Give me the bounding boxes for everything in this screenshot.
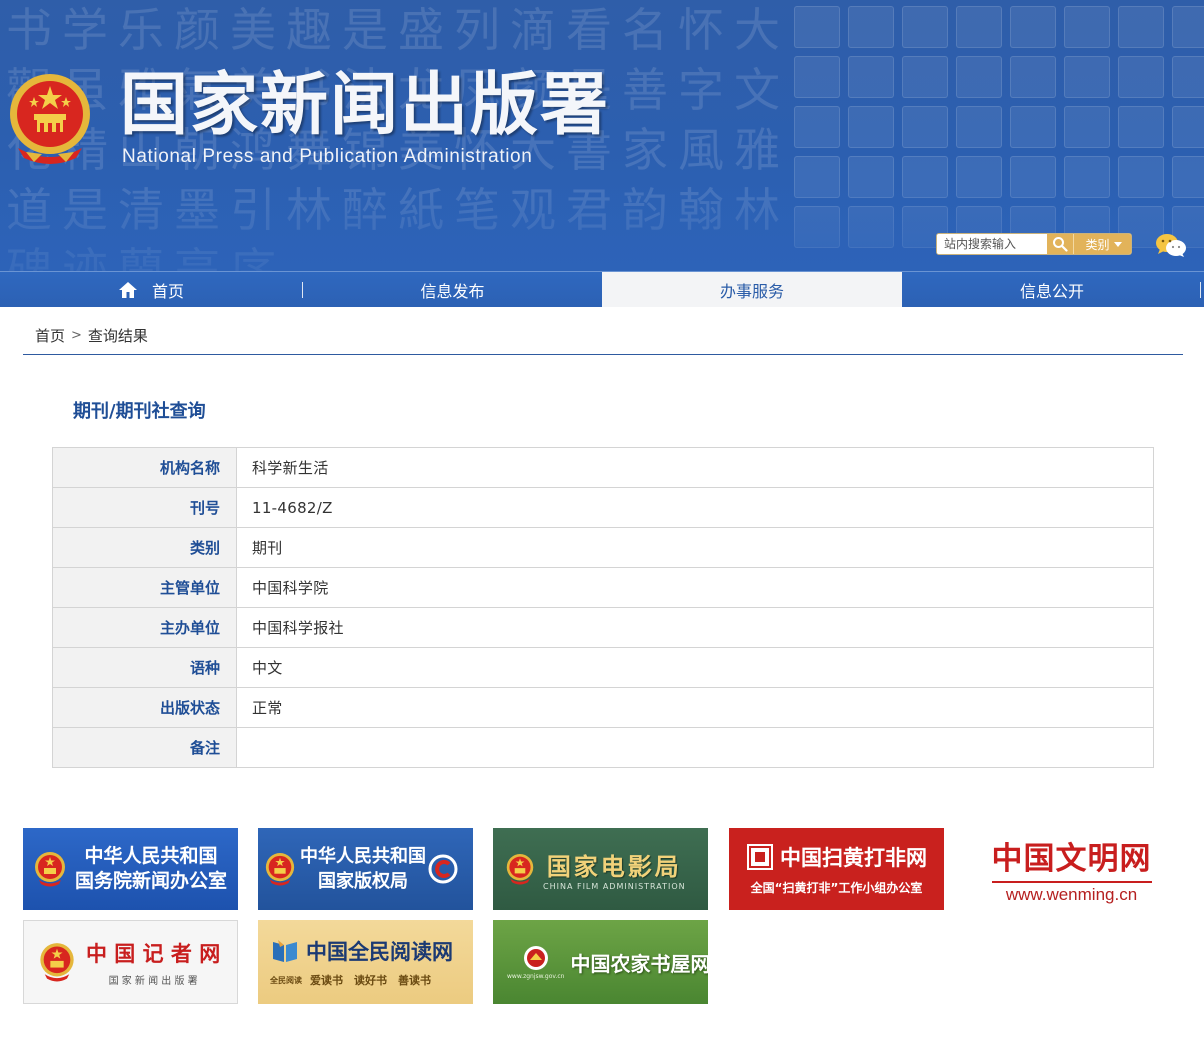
row-value: 科学新生活 <box>236 447 1154 488</box>
farm-library-logo-icon <box>523 945 548 970</box>
main-nav: 首页 信息发布 办事服务 信息公开 <box>0 271 1204 307</box>
row-label: 主办单位 <box>52 607 237 648</box>
table-row: 类别 期刊 <box>52 527 1154 568</box>
breadcrumb-home[interactable]: 首页 <box>35 325 65 346</box>
nav-label: 信息发布 <box>420 281 485 301</box>
category-label: 类别 <box>1085 237 1110 252</box>
row-value: 正常 <box>236 687 1154 728</box>
wechat-icon[interactable] <box>1155 232 1187 258</box>
breadcrumb-separator: > <box>71 328 82 343</box>
table-row: 语种 中文 <box>52 647 1154 688</box>
link-line1: 中华人民共和国 <box>300 846 426 867</box>
national-emblem-icon <box>506 854 534 885</box>
link-sub: 全国“扫黄打非”工作小组办公室 <box>750 881 923 895</box>
row-label: 备注 <box>52 727 237 768</box>
row-value: 期刊 <box>236 527 1154 568</box>
link-sub: CHINA FILM ADMINISTRATION <box>543 882 686 891</box>
table-row: 出版状态 正常 <box>52 687 1154 728</box>
national-emblem-icon <box>265 853 295 886</box>
national-emblem-icon <box>40 943 74 982</box>
breadcrumb: 首页 > 查询结果 <box>35 325 148 346</box>
site-title: 国家新闻出版署 <box>120 66 611 145</box>
row-label: 语种 <box>52 647 237 688</box>
row-label: 出版状态 <box>52 687 237 728</box>
national-emblem-icon <box>35 852 65 887</box>
header-banner: 书学乐颜美趣是盛列滴看名怀大觀虽雅氣美书法龙凤颜是善字文化精山朝鸿舞锦美怀大書家… <box>0 0 1204 272</box>
link-banner-scio[interactable]: 中华人民共和国 国务院新闻办公室 <box>23 828 238 910</box>
query-title: 期刊/期刊社查询 <box>73 401 206 422</box>
link-banner-reading[interactable]: 中国全民阅读网 全民阅读 爱读书 读好书 善读书 <box>258 920 473 1004</box>
search-icon <box>1053 237 1068 252</box>
book-icon <box>273 940 297 962</box>
table-row: 主办单位 中国科学报社 <box>52 607 1154 648</box>
link-badge: 全民阅读 <box>270 975 302 985</box>
home-icon <box>118 281 137 298</box>
nav-divider <box>1200 282 1201 298</box>
link-line1: 中华人民共和国 <box>84 845 218 867</box>
link-banner-shdf[interactable]: 中国扫黄打非网 全国“扫黄打非”工作小组办公室 <box>729 828 944 910</box>
row-value: 中国科学报社 <box>236 607 1154 648</box>
search-box: 类别 <box>936 233 1132 255</box>
copyright-logo-icon <box>428 854 458 884</box>
table-row: 主管单位 中国科学院 <box>52 567 1154 608</box>
row-label: 类别 <box>52 527 237 568</box>
page: 书学乐颜美趣是盛列滴看名怀大觀虽雅氣美书法龙凤颜是善字文化精山朝鸿舞锦美怀大書家… <box>0 0 1204 1044</box>
link-banner-journalist[interactable]: 中 国 记 者 网 国 家 新 闻 出 版 署 <box>23 920 238 1004</box>
row-label: 刊号 <box>52 487 237 528</box>
link-sub: 国 家 新 闻 出 版 署 <box>108 975 198 987</box>
nav-item-info-release[interactable]: 信息发布 <box>303 272 602 307</box>
row-value <box>236 727 1154 768</box>
nav-label: 首页 <box>151 281 184 301</box>
site-subtitle: National Press and Publication Administr… <box>122 146 533 167</box>
caret-down-icon <box>1113 241 1122 247</box>
link-banner-wenming[interactable]: 中国文明网 www.wenming.cn <box>964 828 1179 910</box>
row-value: 中国科学院 <box>236 567 1154 608</box>
search-button[interactable] <box>1047 234 1073 254</box>
link-main: 中国文明网 <box>991 841 1152 877</box>
link-line2: 国家版权局 <box>318 871 408 892</box>
search-input[interactable] <box>937 234 1047 254</box>
link-main: 国家电影局 <box>546 853 682 881</box>
link-banner-film[interactable]: 国家电影局 CHINA FILM ADMINISTRATION <box>493 828 708 910</box>
main-content: 首页 > 查询结果 期刊/期刊社查询 机构名称 科学新生活 刊号 11-4682… <box>3 307 1204 1044</box>
link-main: 中国农家书屋网 <box>570 951 708 976</box>
nav-item-services[interactable]: 办事服务 <box>602 272 902 307</box>
link-small: www.zgnjsw.gov.cn <box>507 972 565 980</box>
link-banner-ncac[interactable]: 中华人民共和国 国家版权局 <box>258 828 473 910</box>
national-emblem-icon <box>10 74 90 164</box>
row-value: 11-4682/Z <box>236 487 1154 528</box>
link-line2: 国务院新闻办公室 <box>75 870 228 892</box>
category-dropdown[interactable]: 类别 <box>1073 234 1131 254</box>
table-row: 备注 <box>52 727 1154 768</box>
link-main: 中国全民阅读网 <box>306 940 453 964</box>
nav-label: 信息公开 <box>1019 281 1084 301</box>
link-banner-farm[interactable]: www.zgnjsw.gov.cn 中国农家书屋网 <box>493 920 708 1004</box>
breadcrumb-current: 查询结果 <box>87 327 148 345</box>
breadcrumb-divider <box>23 354 1183 355</box>
link-main: 中国扫黄打非网 <box>780 846 927 870</box>
link-sub: 爱读书 读好书 善读书 <box>310 974 431 987</box>
nav-item-info-disclosure[interactable]: 信息公开 <box>902 272 1202 307</box>
link-sub: www.wenming.cn <box>1005 885 1138 904</box>
seal-icon <box>747 844 773 870</box>
link-main: 中 国 记 者 网 <box>86 941 221 966</box>
table-row: 机构名称 科学新生活 <box>52 447 1154 488</box>
nav-item-home[interactable]: 首页 <box>0 272 302 307</box>
row-label: 主管单位 <box>52 567 237 608</box>
nav-label: 办事服务 <box>719 281 784 301</box>
table-row: 刊号 11-4682/Z <box>52 487 1154 528</box>
row-label: 机构名称 <box>52 447 237 488</box>
result-table: 机构名称 科学新生活 刊号 11-4682/Z 类别 期刊 主管单位 中国科学院… <box>52 447 1154 768</box>
row-value: 中文 <box>236 647 1154 688</box>
